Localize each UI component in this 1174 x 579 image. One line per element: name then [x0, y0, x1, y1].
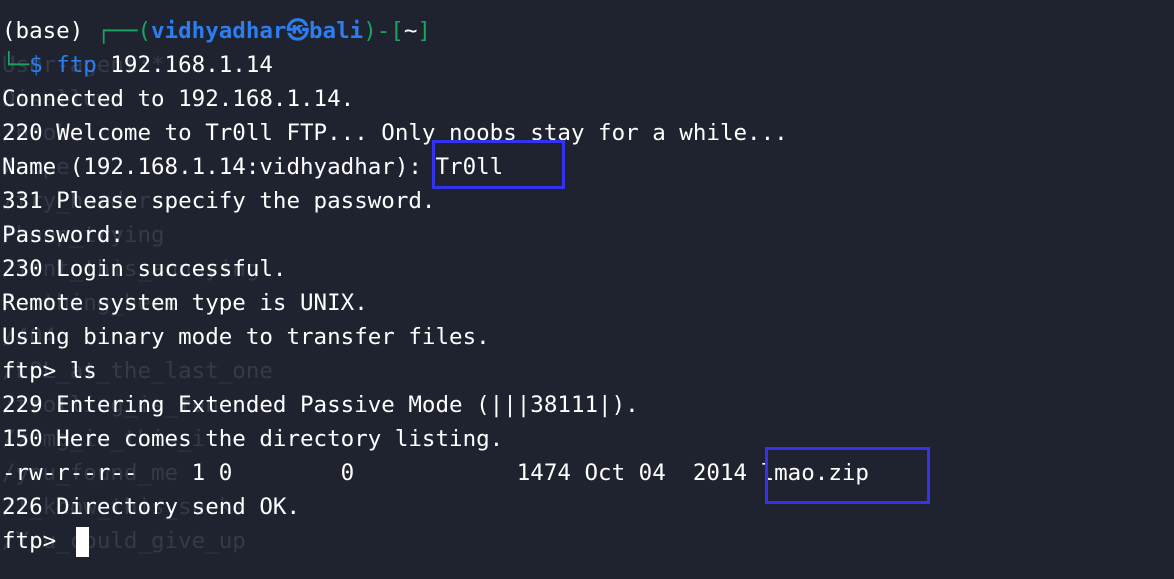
command-name: ftp	[56, 52, 97, 78]
output-line-name-prompt: Name (192.168.1.14:vidhyadhar): Tr0ll	[2, 154, 504, 180]
text-cursor	[75, 526, 89, 557]
command-args: 192.168.1.14	[96, 52, 273, 78]
prompt-host: bali	[309, 18, 364, 44]
prompt-decor-open: ┌──(	[96, 18, 152, 44]
ftp-input-line[interactable]: ftp>	[2, 524, 869, 558]
prompt-cwd: ~	[403, 18, 418, 44]
terminal-output: (base) ┌──(vidhyadhar㉿bali)-[~] └─$ ftp …	[2, 14, 869, 558]
output-line: Connected to 192.168.1.14.	[2, 86, 355, 112]
output-line: Remote system type is UNIX.	[2, 290, 368, 316]
output-line: 331 Please specify the password.	[2, 188, 436, 214]
prompt-user: vidhyadhar	[151, 18, 287, 44]
ftp-prompt: ftp>	[2, 528, 70, 554]
output-line-file-listing: -rw-r--r-- 1 0 0 1474 Oct 04 2014 lmao.z…	[2, 460, 869, 486]
output-line: 220 Welcome to Tr0ll FTP... Only noobs s…	[2, 120, 788, 146]
output-line: 229 Entering Extended Passive Mode (|||3…	[2, 392, 639, 418]
prompt-decor-end: ]	[417, 18, 431, 44]
output-line: ftp> ls	[2, 358, 97, 384]
prompt-at-icon: ㉿	[286, 18, 309, 44]
output-line: 226 Directory send OK.	[2, 494, 301, 520]
prompt-decor-bottom: └─	[2, 52, 30, 78]
prompt-decor-mid: )-[	[363, 18, 404, 44]
prompt-line-top: (base) ┌──(vidhyadhar㉿bali)-[~]	[2, 14, 869, 48]
output-line: Password:	[2, 222, 124, 248]
output-line: 230 Login successful.	[2, 256, 287, 282]
prompt-line-command: └─$ ftp 192.168.1.14	[2, 48, 869, 82]
prompt-dollar: $	[29, 52, 57, 78]
terminal-window[interactable]: { "terminal": { "prompt": { "env": "(bas…	[0, 0, 1174, 579]
prompt-env: (base)	[2, 18, 97, 44]
output-line: Using binary mode to transfer files.	[2, 324, 490, 350]
output-line: 150 Here comes the directory listing.	[2, 426, 504, 452]
